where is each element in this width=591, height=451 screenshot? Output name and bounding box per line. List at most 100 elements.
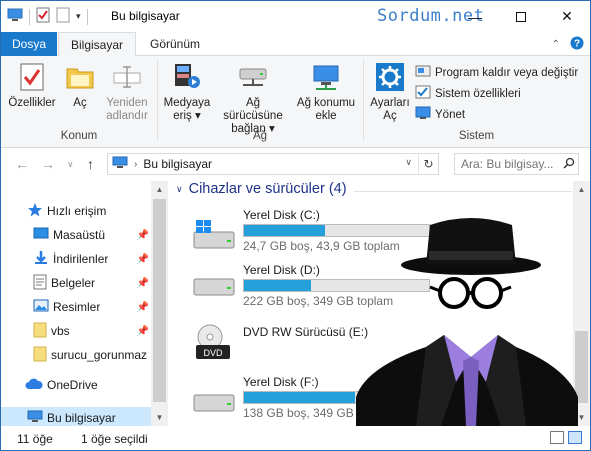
group-divider [363, 60, 364, 140]
computer-icon [27, 410, 43, 426]
nav-quick-access[interactable]: Hızlı erişim [1, 200, 151, 222]
media-label-1: Medyaya [163, 97, 211, 109]
computer-icon[interactable] [7, 8, 23, 25]
nav-label: Masaüstü [53, 228, 106, 242]
settings-gear-icon [373, 60, 407, 94]
drive-name: Yerel Disk (C:) [243, 208, 320, 222]
up-arrow-icon[interactable]: ↑ [87, 156, 94, 172]
document-icon [33, 274, 47, 293]
drive-name: Yerel Disk (D:) [243, 263, 320, 277]
tab-view[interactable]: Görünüm [138, 32, 212, 56]
properties-icon [15, 60, 49, 94]
devices-group-header[interactable]: ∨ Cihazlar ve sürücüler (4) [176, 181, 347, 197]
media-label-2: eriş ▾ [173, 110, 201, 122]
drive-usage-fill [244, 225, 326, 236]
drive-usage-fill [244, 392, 355, 403]
properties-button[interactable]: Özellikler [7, 60, 57, 110]
drive-usage-fill [244, 280, 311, 291]
nav-label: İndirilenler [53, 252, 109, 266]
breadcrumb-chevron-icon[interactable]: › [134, 159, 137, 170]
pin-icon[interactable]: 📌 [137, 254, 149, 265]
pin-icon[interactable]: 📌 [137, 302, 149, 313]
search-icon[interactable] [563, 157, 575, 172]
network-location-icon [309, 60, 343, 94]
group-label-system: Sistem [458, 130, 495, 142]
rename-button[interactable]: Yeniden adlandır [101, 60, 153, 123]
ribbon-right-controls: ⌃ ? [552, 36, 584, 53]
invisible-man-illustration [356, 218, 578, 426]
toolbar-divider [29, 8, 30, 25]
pin-icon[interactable]: 📌 [137, 326, 149, 337]
recent-locations-icon[interactable]: ∨ [67, 159, 74, 170]
back-arrow-icon[interactable]: ← [15, 156, 29, 172]
hard-drive-icon [192, 393, 236, 418]
uninstall-icon [415, 64, 431, 81]
ribbon: Özellikler Aç Yeniden adlandır Konum Med… [1, 56, 590, 148]
scrollbar-thumb[interactable] [153, 199, 166, 402]
map-network-drive-button[interactable]: Ağ sürücüsüne bağlan ▾ [215, 60, 291, 136]
nav-onedrive[interactable]: OneDrive [1, 374, 151, 396]
nav-label: surucu_gorunmaz [51, 348, 148, 362]
breadcrumb-this-pc[interactable]: Bu bilgisayar [143, 157, 212, 171]
cloud-icon [25, 378, 43, 393]
maximize-button[interactable] [498, 1, 544, 32]
help-icon[interactable]: ? [570, 36, 584, 53]
minimize-button[interactable]: — [452, 1, 498, 32]
rename-icon [110, 60, 144, 94]
open-label: Aç [73, 97, 87, 109]
scroll-up-icon[interactable]: ▲ [573, 181, 590, 198]
window-title: Bu bilgisayar [111, 9, 180, 23]
access-media-button[interactable]: Medyaya eriş ▾ [161, 60, 213, 123]
new-folder-icon[interactable] [56, 7, 70, 26]
chevron-up-icon[interactable]: ⌃ [552, 39, 560, 50]
nav-item-pictures[interactable]: Resimler 📌 [1, 296, 151, 318]
add-network-label-2: ekle [315, 110, 337, 122]
tiles-view-icon[interactable] [568, 431, 582, 444]
properties-icon[interactable] [36, 7, 50, 26]
scroll-up-icon[interactable]: ▲ [151, 181, 168, 198]
add-network-location-button[interactable]: Ağ konumu ekle [293, 60, 359, 123]
selection-count: 1 öğe seçildi [81, 432, 148, 446]
folder-icon [33, 346, 47, 365]
drive-name: DVD RW Sürücüsü (E:) [243, 325, 369, 339]
address-row: ← → ∨ ↑ › Bu bilgisayar ∨ ↻ [1, 148, 590, 181]
nav-item-downloads[interactable]: İndirilenler 📌 [1, 248, 151, 270]
address-dropdown-icon[interactable]: ∨ [405, 157, 412, 168]
chevron-down-icon[interactable]: ∨ [176, 184, 183, 195]
pin-icon[interactable]: 📌 [137, 230, 149, 241]
group-divider [157, 60, 158, 140]
forward-arrow-icon[interactable]: → [41, 156, 55, 172]
open-folder-icon [63, 60, 97, 94]
manage-button[interactable]: Yönet [415, 106, 465, 123]
hard-drive-icon [192, 277, 236, 302]
address-bar[interactable]: › Bu bilgisayar ∨ ↻ [107, 153, 439, 175]
customize-toolbar-icon[interactable]: ▾ [76, 11, 81, 22]
system-properties-button[interactable]: Sistem özellikleri [415, 85, 521, 102]
nav-item-surucu-gorunmaz[interactable]: surucu_gorunmaz [1, 344, 151, 366]
search-input[interactable] [461, 157, 561, 171]
nav-item-documents[interactable]: Belgeler 📌 [1, 272, 151, 294]
drive-name: Yerel Disk (F:) [243, 375, 319, 389]
manage-icon [415, 106, 431, 123]
refresh-icon[interactable]: ↻ [418, 154, 438, 174]
rename-label-2: adlandır [106, 110, 148, 122]
desktop-icon [33, 227, 49, 243]
pin-icon[interactable]: 📌 [137, 278, 149, 289]
tab-computer[interactable]: Bilgisayar [58, 32, 137, 57]
svg-text:?: ? [574, 39, 580, 50]
open-button[interactable]: Aç [63, 60, 97, 110]
close-button[interactable]: ✕ [544, 1, 590, 32]
open-settings-button[interactable]: Ayarları Aç [367, 60, 413, 123]
nav-item-vbs[interactable]: vbs 📌 [1, 320, 151, 342]
tab-file[interactable]: Dosya [1, 32, 57, 56]
pictures-icon [33, 299, 49, 315]
search-box[interactable] [454, 153, 579, 175]
scroll-down-icon[interactable]: ▼ [151, 409, 168, 426]
nav-item-desktop[interactable]: Masaüstü 📌 [1, 224, 151, 246]
nav-scrollbar[interactable]: ▲ ▼ [151, 181, 168, 426]
quick-access-toolbar: ▾ [7, 7, 88, 26]
details-view-icon[interactable] [550, 431, 564, 444]
nav-label: vbs [51, 324, 70, 338]
svg-text:DVD: DVD [203, 348, 223, 358]
uninstall-program-button[interactable]: Program kaldır veya değiştir [415, 64, 578, 81]
